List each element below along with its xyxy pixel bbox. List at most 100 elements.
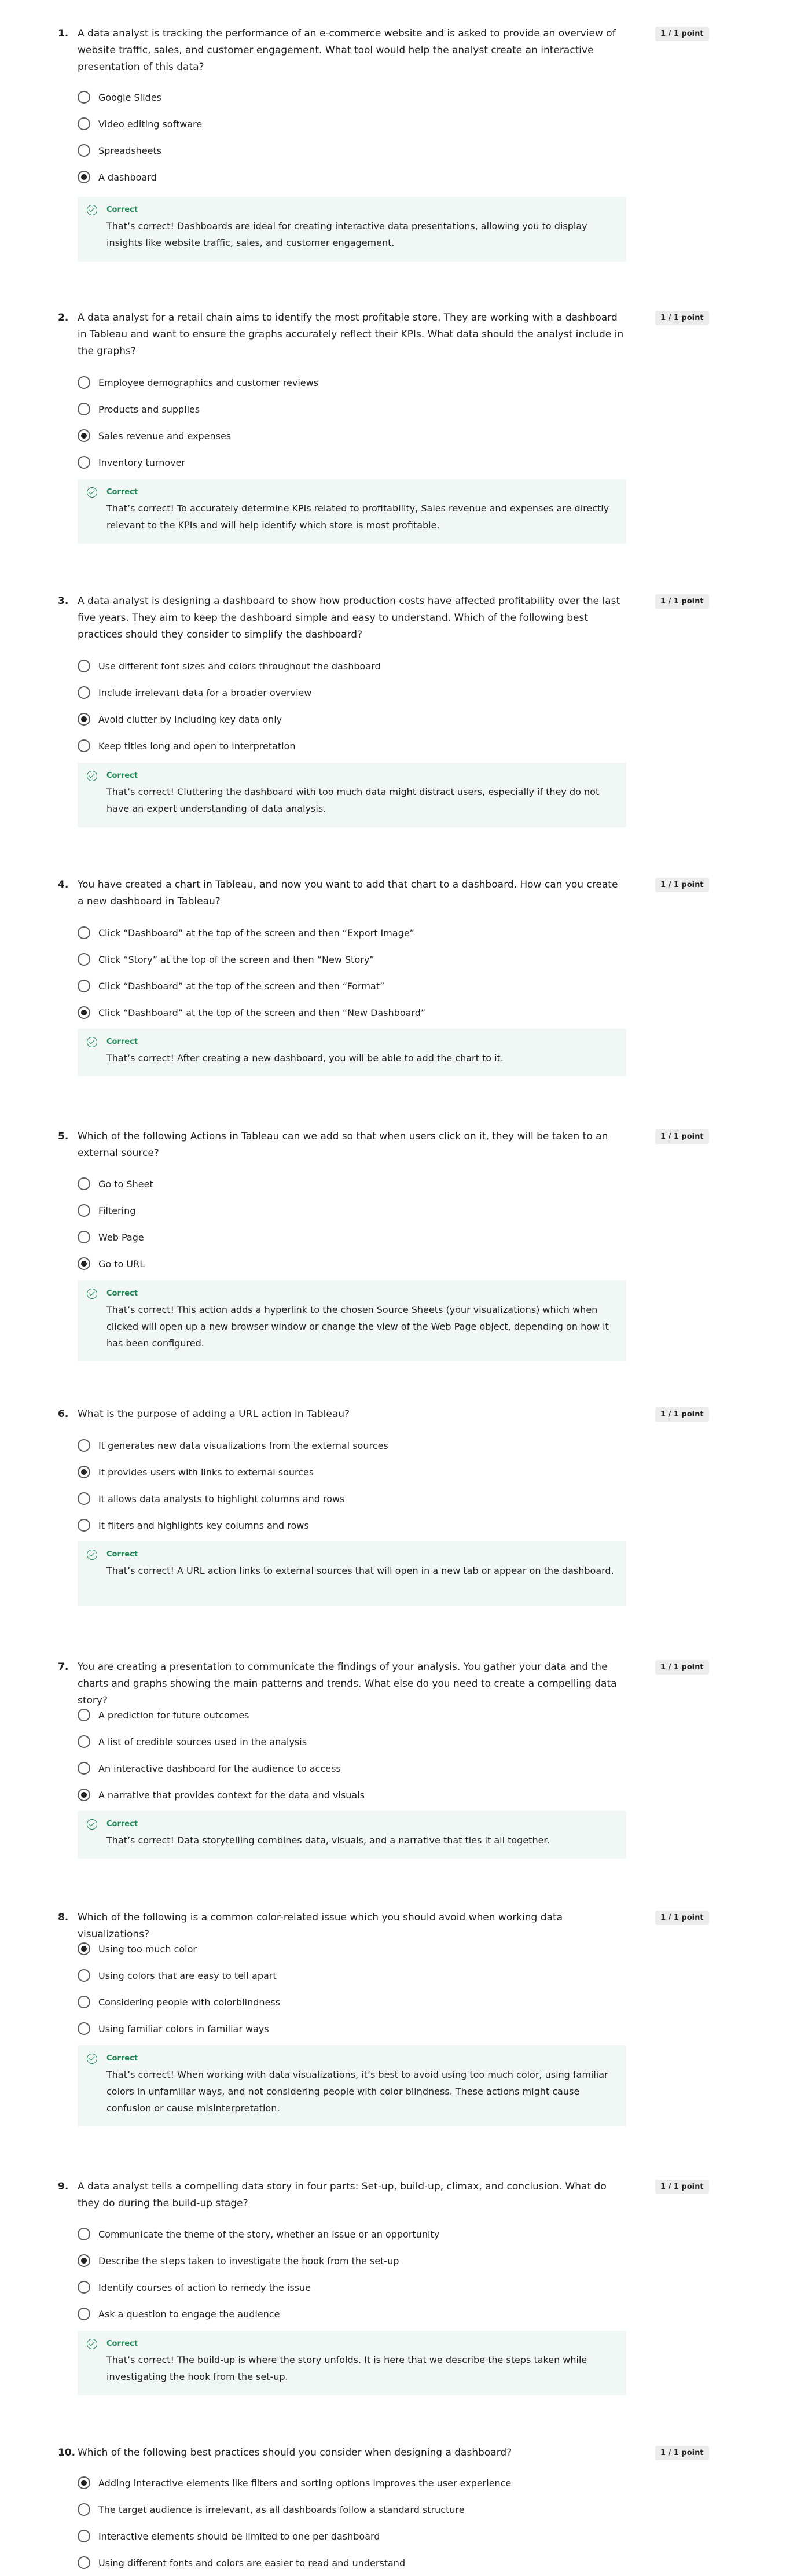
- question-3-options: Use different font sizes and colors thro…: [78, 653, 633, 759]
- feedback-box: Correct That’s correct! When working with…: [78, 2045, 626, 2126]
- answer-option[interactable]: Click “Dashboard” at the top of the scre…: [78, 919, 633, 946]
- answer-option[interactable]: Spreadsheets: [78, 137, 633, 164]
- question-number: 9.: [58, 2181, 69, 2192]
- radio-icon[interactable]: [78, 926, 90, 939]
- answer-option[interactable]: Using too much color: [78, 1935, 633, 1962]
- answer-option[interactable]: Click “Dashboard” at the top of the scre…: [78, 973, 633, 999]
- feedback-explanation: That’s correct! When working with data v…: [106, 2069, 608, 2114]
- radio-icon[interactable]: [78, 686, 90, 699]
- answer-option[interactable]: Interactive elements should be limited t…: [78, 2523, 633, 2549]
- answer-option[interactable]: Include irrelevant data for a broader ov…: [78, 679, 633, 706]
- radio-icon[interactable]: [78, 91, 90, 104]
- radio-icon[interactable]: [78, 1177, 90, 1190]
- answer-option[interactable]: Use different font sizes and colors thro…: [78, 653, 633, 679]
- answer-option[interactable]: It filters and highlights key columns an…: [78, 1512, 633, 1539]
- answer-option[interactable]: Using colors that are easy to tell apart: [78, 1962, 633, 1989]
- answer-option-label: Using too much color: [98, 1943, 197, 1955]
- answer-option[interactable]: Employee demographics and customer revie…: [78, 369, 633, 396]
- answer-option[interactable]: Avoid clutter by including key data only: [78, 706, 633, 733]
- answer-option[interactable]: Using different fonts and colors are eas…: [78, 2549, 633, 2576]
- answer-option[interactable]: Click “Story” at the top of the screen a…: [78, 946, 633, 973]
- answer-option[interactable]: It allows data analysts to highlight col…: [78, 1485, 633, 1512]
- radio-icon[interactable]: [78, 1492, 90, 1505]
- radio-icon[interactable]: [78, 1996, 90, 2008]
- radio-selected-icon[interactable]: [78, 713, 90, 726]
- answer-option[interactable]: Filtering: [78, 1197, 633, 1224]
- feedback-box: Correct That’s correct! After creating a …: [78, 1029, 626, 1076]
- answer-option[interactable]: A dashboard: [78, 164, 633, 190]
- points-badge: 1 / 1 point: [655, 878, 709, 892]
- radio-selected-icon[interactable]: [78, 1466, 90, 1478]
- answer-option[interactable]: It provides users with links to external…: [78, 1459, 633, 1485]
- radio-icon[interactable]: [78, 456, 90, 469]
- radio-icon[interactable]: [78, 1204, 90, 1217]
- radio-icon[interactable]: [78, 660, 90, 672]
- answer-option[interactable]: Sales revenue and expenses: [78, 422, 633, 449]
- radio-icon[interactable]: [78, 980, 90, 992]
- answer-option-label: Filtering: [98, 1205, 136, 1216]
- radio-selected-icon[interactable]: [78, 1789, 90, 1801]
- radio-selected-icon[interactable]: [78, 1942, 90, 1955]
- answer-option[interactable]: Keep titles long and open to interpretat…: [78, 733, 633, 759]
- answer-option[interactable]: Click “Dashboard” at the top of the scre…: [78, 999, 633, 1026]
- radio-icon[interactable]: [78, 1735, 90, 1748]
- feedback-box: Correct That’s correct! A URL action link…: [78, 1541, 626, 1606]
- answer-option-label: It allows data analysts to highlight col…: [98, 1493, 345, 1504]
- question-text: Which of the following Actions in Tablea…: [78, 1131, 608, 1159]
- answer-option[interactable]: A list of credible sources used in the a…: [78, 1728, 633, 1755]
- radio-selected-icon[interactable]: [78, 2476, 90, 2489]
- answer-option[interactable]: A prediction for future outcomes: [78, 1702, 633, 1728]
- radio-icon[interactable]: [78, 739, 90, 752]
- answer-option[interactable]: The target audience is irrelevant, as al…: [78, 2496, 633, 2523]
- answer-option[interactable]: Go to Sheet: [78, 1171, 633, 1197]
- radio-icon[interactable]: [78, 2228, 90, 2240]
- radio-selected-icon[interactable]: [78, 1006, 90, 1019]
- answer-option[interactable]: Web Page: [78, 1224, 633, 1250]
- answer-option[interactable]: Products and supplies: [78, 396, 633, 422]
- radio-icon[interactable]: [78, 1519, 90, 1532]
- answer-option[interactable]: Go to URL: [78, 1250, 633, 1277]
- answer-option[interactable]: Adding interactive elements like filters…: [78, 2470, 633, 2496]
- radio-icon[interactable]: [78, 2556, 90, 2569]
- answer-option[interactable]: A narrative that provides context for th…: [78, 1782, 633, 1808]
- answer-option[interactable]: An interactive dashboard for the audienc…: [78, 1755, 633, 1782]
- radio-icon[interactable]: [78, 2530, 90, 2542]
- answer-option[interactable]: Video editing software: [78, 111, 633, 137]
- radio-icon[interactable]: [78, 2022, 90, 2035]
- radio-icon[interactable]: [78, 1709, 90, 1721]
- radio-icon[interactable]: [78, 117, 90, 130]
- radio-icon[interactable]: [78, 376, 90, 389]
- question-5-options: Go to Sheet Filtering Web Page Go to URL: [78, 1171, 633, 1277]
- radio-icon[interactable]: [78, 1969, 90, 1982]
- radio-icon[interactable]: [78, 2503, 90, 2516]
- answer-option-label: Keep titles long and open to interpretat…: [98, 740, 296, 752]
- feedback-status: Correct: [106, 2339, 138, 2348]
- answer-option[interactable]: Google Slides: [78, 84, 633, 111]
- radio-icon[interactable]: [78, 1762, 90, 1775]
- radio-selected-icon[interactable]: [78, 171, 90, 183]
- answer-option[interactable]: Describe the steps taken to investigate …: [78, 2247, 633, 2274]
- radio-selected-icon[interactable]: [78, 429, 90, 442]
- check-circle-icon: [87, 2339, 97, 2349]
- radio-icon[interactable]: [78, 1439, 90, 1452]
- answer-option[interactable]: Communicate the theme of the story, whet…: [78, 2221, 633, 2247]
- question-number: 5.: [58, 1131, 69, 1142]
- radio-icon[interactable]: [78, 2308, 90, 2320]
- answer-option[interactable]: Ask a question to engage the audience: [78, 2301, 633, 2327]
- radio-icon[interactable]: [78, 953, 90, 966]
- radio-icon[interactable]: [78, 1231, 90, 1243]
- answer-option[interactable]: It generates new data visualizations fro…: [78, 1432, 633, 1459]
- radio-selected-icon[interactable]: [78, 1257, 90, 1270]
- radio-icon[interactable]: [78, 403, 90, 415]
- feedback-explanation: That’s correct! After creating a new das…: [106, 1053, 504, 1063]
- radio-icon[interactable]: [78, 144, 90, 157]
- answer-option-label: Adding interactive elements like filters…: [98, 2477, 512, 2489]
- feedback-explanation: That’s correct! Cluttering the dashboard…: [106, 786, 600, 814]
- answer-option[interactable]: Inventory turnover: [78, 449, 633, 476]
- radio-icon[interactable]: [78, 2281, 90, 2294]
- answer-option-label: A narrative that provides context for th…: [98, 1789, 365, 1801]
- answer-option[interactable]: Considering people with colorblindness: [78, 1989, 633, 2015]
- answer-option[interactable]: Identify courses of action to remedy the…: [78, 2274, 633, 2301]
- radio-selected-icon[interactable]: [78, 2254, 90, 2267]
- answer-option[interactable]: Using familiar colors in familiar ways: [78, 2015, 633, 2042]
